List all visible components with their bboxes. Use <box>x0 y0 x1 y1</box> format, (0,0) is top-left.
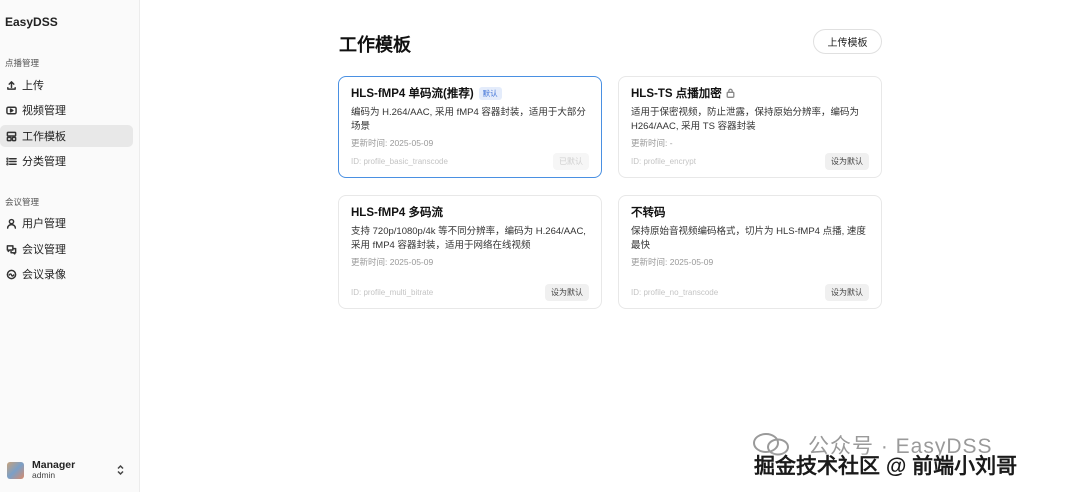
set-default-button[interactable]: 设为默认 <box>825 153 869 170</box>
user-role: admin <box>32 470 56 481</box>
watermark-line-1: 公众号 · EasyDSS <box>808 435 993 458</box>
sidebar-item-label: 上传 <box>22 80 44 92</box>
sidebar-item-recording[interactable]: 会议录像 <box>0 263 133 285</box>
user-icon <box>5 217 18 230</box>
card-title: 不转码 <box>631 207 666 219</box>
set-default-button[interactable]: 已默认 <box>553 153 589 170</box>
card-title: HLS-TS 点播加密 <box>631 88 722 100</box>
sidebar-item-video[interactable]: 视频管理 <box>0 99 133 121</box>
template-card-no-transcode[interactable]: 不转码 保持原始音视频编码格式，切片为 HLS-fMP4 点播, 速度最快 更新… <box>618 195 882 309</box>
avatar <box>7 461 24 479</box>
record-icon <box>5 268 18 281</box>
set-default-button[interactable]: 设为默认 <box>545 284 589 301</box>
sidebar-item-label: 会议管理 <box>22 244 66 256</box>
card-updated-time: 更新时间: 2025-05-09 <box>631 256 714 267</box>
card-description: 支持 720p/1080p/4k 等不同分辨率，编码为 H.264/AAC, 采… <box>351 226 586 251</box>
list-icon <box>5 155 18 168</box>
sidebar-item-label: 分类管理 <box>22 156 66 168</box>
user-menu[interactable]: Manager admin <box>0 452 139 488</box>
set-default-button[interactable]: 设为默认 <box>825 284 869 301</box>
card-id: ID: profile_basic_transcode <box>351 157 448 166</box>
sidebar-item-label: 用户管理 <box>22 218 66 230</box>
upload-template-button[interactable]: 上传模板 <box>813 29 882 54</box>
template-icon <box>5 130 18 143</box>
card-title: HLS-fMP4 多码流 <box>351 207 443 219</box>
lock-icon <box>726 88 735 98</box>
card-updated-time: 更新时间: - <box>631 137 673 148</box>
group-title-meeting: 会议管理 <box>5 197 40 207</box>
upload-icon <box>5 79 18 92</box>
template-card-basic[interactable]: HLS-fMP4 单码流(推荐) 默认 编码为 H.264/AAC, 采用 fM… <box>338 76 602 178</box>
sidebar: EasyDSS 点播管理 上传 视频管理 工作模板 分类管理 会议管理 用户管理 <box>0 0 140 492</box>
template-card-encrypt[interactable]: HLS-TS 点播加密 适用于保密视频，防止泄露，保持原始分辨率，编码为 H26… <box>618 76 882 178</box>
card-id: ID: profile_multi_bitrate <box>351 288 434 297</box>
card-id: ID: profile_encrypt <box>631 157 696 166</box>
meeting-icon <box>5 243 18 256</box>
sidebar-item-label: 会议录像 <box>22 269 66 281</box>
template-card-multi-bitrate[interactable]: HLS-fMP4 多码流 支持 720p/1080p/4k 等不同分辨率，编码为… <box>338 195 602 309</box>
card-updated-time: 更新时间: 2025-05-09 <box>351 256 434 267</box>
card-updated-time: 更新时间: 2025-05-09 <box>351 137 434 148</box>
chevron-up-down-icon[interactable] <box>116 463 125 481</box>
sidebar-item-users[interactable]: 用户管理 <box>0 212 133 234</box>
card-description: 适用于保密视频，防止泄露，保持原始分辨率，编码为 H264/AAC, 采用 TS… <box>631 107 860 132</box>
sidebar-item-upload[interactable]: 上传 <box>0 74 133 96</box>
video-icon <box>5 104 18 117</box>
wechat-icon <box>753 433 789 456</box>
app-brand: EasyDSS <box>5 15 58 29</box>
page-title: 工作模板 <box>339 35 411 55</box>
sidebar-item-label: 视频管理 <box>22 105 66 117</box>
card-description: 编码为 H.264/AAC, 采用 fMP4 容器封装，适用于大部分场景 <box>351 107 586 132</box>
sidebar-item-meeting[interactable]: 会议管理 <box>0 238 133 260</box>
sidebar-item-template[interactable]: 工作模板 <box>0 125 133 147</box>
card-id: ID: profile_no_transcode <box>631 288 719 297</box>
card-title: HLS-fMP4 单码流(推荐) <box>351 88 474 100</box>
group-title-vod: 点播管理 <box>5 58 40 68</box>
default-badge: 默认 <box>478 86 502 100</box>
watermark-line-2: 掘金技术社区 @ 前端小刘哥 <box>754 455 1018 478</box>
card-description: 保持原始音视频编码格式，切片为 HLS-fMP4 点播, 速度最快 <box>631 226 866 251</box>
watermark: 公众号 · EasyDSS 掘金技术社区 @ 前端小刘哥 <box>752 428 1072 488</box>
sidebar-item-category[interactable]: 分类管理 <box>0 150 133 172</box>
sidebar-item-label: 工作模板 <box>22 131 66 143</box>
